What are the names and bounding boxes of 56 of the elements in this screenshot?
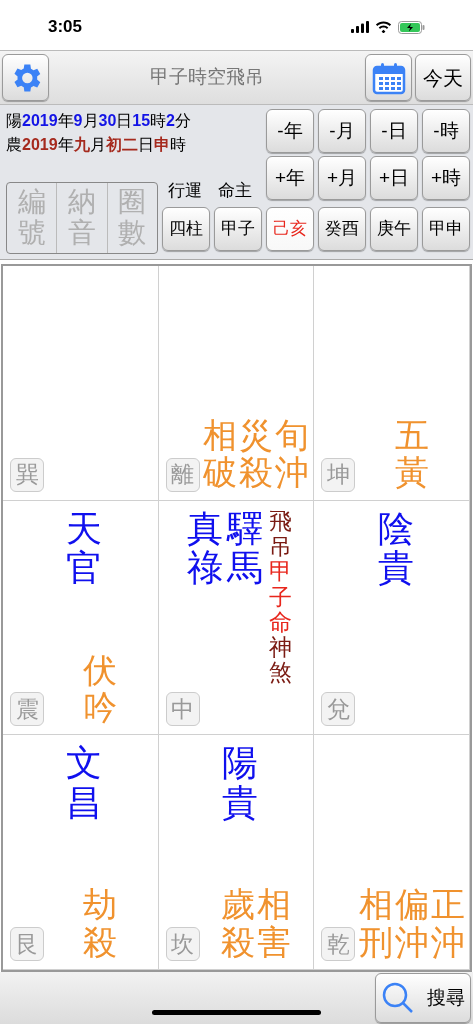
star-text: 相破	[203, 416, 237, 492]
settings-button[interactable]	[2, 54, 49, 101]
star-text: 歲殺	[221, 886, 255, 961]
star-text: 旬沖	[275, 416, 309, 492]
step-button[interactable]: +時	[422, 156, 470, 200]
star-text: 相刑	[358, 886, 393, 961]
star-text: 驛馬	[227, 508, 264, 591]
star-text: 文昌	[66, 743, 103, 823]
calendar-icon	[371, 60, 406, 95]
trigram-label: 離	[165, 457, 200, 492]
trigram-label: 中	[165, 692, 200, 727]
search-icon	[381, 981, 415, 1015]
pillar-button[interactable]: 四柱	[162, 207, 210, 251]
status-time: 3:05	[48, 16, 83, 39]
pillar-button[interactable]: 庚午	[370, 207, 418, 251]
trigram-label: 兌	[321, 692, 356, 727]
star-text: 陽貴	[222, 743, 258, 823]
star-text: 劫殺	[83, 886, 118, 961]
signal-icon	[351, 21, 369, 33]
today-button[interactable]: 今天	[415, 54, 471, 101]
pillar-button[interactable]: 癸酉	[318, 207, 366, 251]
date-line: 農2019年九月初二日申時	[6, 135, 186, 155]
pillar-button[interactable]: 甲申	[422, 207, 470, 251]
star-text: 陰貴	[377, 508, 414, 588]
trigram-label: 坤	[321, 457, 356, 492]
trigram-label: 巽	[10, 457, 44, 492]
star-text: 天官	[66, 508, 103, 588]
step-button[interactable]: -月	[318, 109, 366, 153]
pillar-caption: 行運	[168, 179, 202, 202]
star-text: 真祿	[187, 508, 224, 591]
calendar-button[interactable]	[365, 54, 412, 101]
step-button[interactable]: -時	[422, 109, 470, 153]
step-button[interactable]: -年	[266, 109, 314, 153]
step-button[interactable]: -日	[370, 109, 418, 153]
search-button[interactable]: 搜尋	[375, 973, 471, 1023]
pillar-button[interactable]: 己亥	[266, 207, 314, 251]
step-button[interactable]: +月	[318, 156, 366, 200]
trigram-label: 艮	[10, 927, 44, 961]
shensha-label: 飛吊 甲子命 神煞	[269, 508, 293, 686]
star-text: 五黃	[394, 416, 429, 492]
star-text: 正沖	[430, 886, 465, 961]
date-line: 陽2019年9月30日15時2分	[6, 111, 191, 131]
step-button[interactable]: +日	[370, 156, 418, 200]
battery-icon	[398, 20, 425, 34]
star-text: 災殺	[239, 416, 273, 492]
wifi-icon	[375, 21, 392, 33]
trigram-label: 乾	[321, 927, 356, 961]
star-text: 伏吟	[83, 651, 118, 727]
star-text: 偏沖	[394, 886, 429, 961]
star-text: 相害	[257, 886, 291, 961]
pillar-caption: 命主	[218, 179, 252, 202]
app-title: 甲子時空飛吊	[149, 65, 265, 90]
trigram-label: 震	[10, 692, 44, 727]
trigram-label: 坎	[165, 927, 200, 961]
pillar-button[interactable]: 甲子	[214, 207, 262, 251]
step-button[interactable]: +年	[266, 156, 314, 200]
